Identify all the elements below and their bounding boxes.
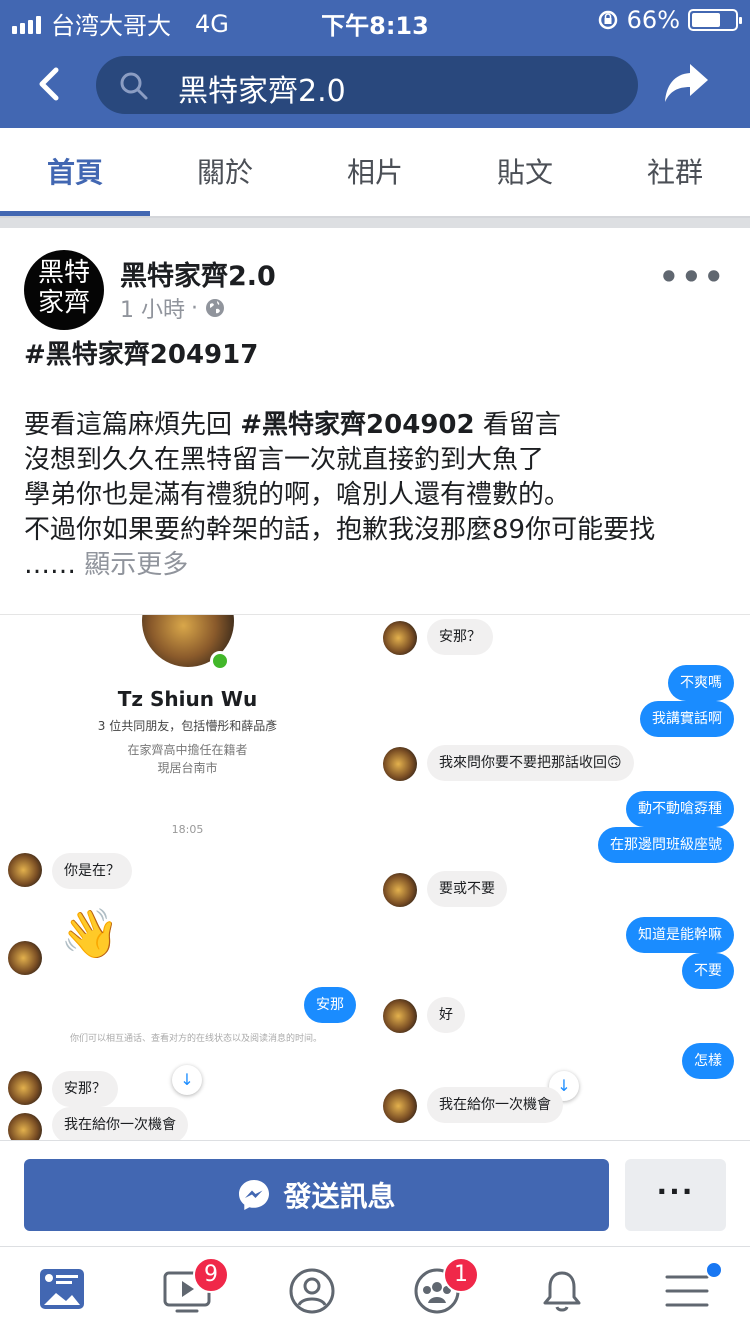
chat-bubble-out: 在那邊問班級座號 <box>598 827 734 863</box>
profile-school: 在家齊高中擔任在籍者 <box>127 743 248 757</box>
top-nav: 黑特家齊2.0 <box>0 40 750 128</box>
chat-bubble-out: 我講實話啊 <box>640 701 734 737</box>
menu-icon <box>665 1275 709 1307</box>
chat-avatar <box>8 941 42 975</box>
chat-bubble-in: 安那？ <box>52 1071 118 1107</box>
section-divider <box>0 218 750 228</box>
meta-dot: · <box>191 295 198 321</box>
nav-menu[interactable] <box>625 1247 750 1335</box>
avatar-line-2: 家齊 <box>37 288 90 318</box>
page-action-bar: 發送訊息 ··· <box>0 1140 750 1246</box>
chat-avatar <box>383 873 417 907</box>
post-line-5: 不過你如果要約幹架的話，抱歉我沒那麼89你可能要找 <box>24 515 656 545</box>
tab-about[interactable]: 關於 <box>150 128 300 216</box>
chat-bubble-in: 好 <box>427 997 465 1033</box>
post-options-button[interactable]: ••• <box>659 258 726 296</box>
chat-avatar <box>383 1089 417 1123</box>
messenger-icon <box>239 1180 270 1210</box>
profile-name: Tz Shiun Wu <box>117 687 258 711</box>
page-avatar[interactable]: 黑特 家齊 <box>24 250 104 330</box>
chat-avatar <box>8 1113 42 1140</box>
mutual-friends: 3 位共同朋友，包括懵彤和薛品彥 <box>97 719 278 733</box>
post-author[interactable]: 黑特家齊2.0 <box>120 254 276 293</box>
chat-bubble-in: 我來問你要不要把那話收回🙃 <box>427 745 634 781</box>
nav-watch[interactable]: 9 <box>125 1247 250 1335</box>
see-more-link[interactable]: 顯示更多 <box>84 550 188 580</box>
chat-bubble-out: 不要 <box>682 953 734 989</box>
tab-posts[interactable]: 貼文 <box>450 128 600 216</box>
more-actions-button[interactable]: ··· <box>625 1159 726 1231</box>
chat-avatar <box>383 621 417 655</box>
post-hashtag[interactable]: #黑特家齊204917 <box>24 338 734 373</box>
chat-avatar <box>8 853 42 887</box>
post-image[interactable]: Tz Shiun Wu 3 位共同朋友，包括懵彤和薛品彥 在家齊高中擔任在籍者 … <box>0 614 750 1140</box>
profile-icon <box>289 1268 335 1314</box>
groups-badge: 1 <box>443 1257 479 1293</box>
chat-bubble-out: 動不動嗆孬種 <box>626 791 734 827</box>
post-linked-hashtag[interactable]: #黑特家齊204902 <box>240 410 474 440</box>
chat-bubble-out: 怎樣 <box>682 1043 734 1079</box>
ellipsis: …… <box>24 550 76 580</box>
search-text: 黑特家齊2.0 <box>178 74 346 109</box>
post-body: #黑特家齊204917 要看這篇麻煩先回 #黑特家齊204902 看留言 沒想到… <box>24 338 734 583</box>
battery-icon <box>688 9 742 31</box>
chat-avatar <box>383 999 417 1033</box>
status-bar: 台湾大哥大 4G 下午8:13 66% <box>0 0 750 40</box>
nav-notifications[interactable] <box>500 1247 625 1335</box>
nav-news-feed[interactable] <box>0 1247 125 1335</box>
chat-screenshot-left: Tz Shiun Wu 3 位共同朋友，包括懵彤和薛品彥 在家齊高中擔任在籍者 … <box>0 615 375 1140</box>
bell-icon <box>543 1271 581 1312</box>
globe-icon <box>206 299 224 317</box>
nav-groups[interactable]: 1 <box>375 1247 500 1335</box>
chat-notice: 你们可以相互通话、查看对方的在线状态以及阅读消息的时间。 <box>69 1034 322 1044</box>
chat-bubble-in: 你是在？ <box>52 853 132 889</box>
send-message-label: 發送訊息 <box>283 1180 396 1213</box>
avatar-line-1: 黑特 <box>37 258 90 288</box>
search-icon <box>120 72 148 100</box>
post-line-4: 學弟你也是滿有禮貌的啊，嗆別人還有禮數的。 <box>24 480 571 510</box>
search-field[interactable]: 黑特家齊2.0 <box>96 56 638 114</box>
chat-bubble-in: 要或不要 <box>427 871 507 907</box>
post-line-2: 要看這篇麻煩先回 #黑特家齊204902 看留言 <box>24 408 734 443</box>
chat-bubble-out: 安那 <box>304 987 356 1023</box>
rotation-lock-icon <box>598 10 617 30</box>
chat-timestamp: 18:05 <box>171 823 204 836</box>
post-line-2-post: 看留言 <box>474 410 561 440</box>
battery-percent: 66% <box>626 6 680 34</box>
watch-badge: 9 <box>193 1257 229 1293</box>
chat-avatar <box>383 747 417 781</box>
menu-notification-dot <box>705 1261 723 1279</box>
post-line-6: …… 顯示更多 <box>24 548 734 583</box>
chat-screenshot-right: 安那？ 不爽嗎 我講實話啊 我來問你要不要把那話收回🙃 動不動嗆孬種 在那邊問班… <box>375 615 750 1140</box>
page-tabs: 首頁 關於 相片 貼文 社群 <box>0 128 750 218</box>
bottom-tab-bar: 9 1 <box>0 1246 750 1334</box>
chat-bubble-in: 我在給你一次機會 <box>52 1107 188 1140</box>
scroll-down-icon: ↓ <box>172 1065 202 1095</box>
send-message-button[interactable]: 發送訊息 <box>24 1159 609 1231</box>
online-indicator <box>210 651 230 671</box>
chat-bubble-in: 安那？ <box>427 619 493 655</box>
tab-home[interactable]: 首頁 <box>0 128 150 216</box>
post-line-2-pre: 要看這篇麻煩先回 <box>24 410 241 440</box>
nav-profile[interactable] <box>250 1247 375 1335</box>
share-icon[interactable] <box>662 60 712 106</box>
chat-avatar <box>8 1071 42 1105</box>
wave-emoji-icon: 👋 <box>60 906 120 962</box>
news-feed-icon <box>40 1269 84 1309</box>
tab-community[interactable]: 社群 <box>600 128 750 216</box>
tab-photos[interactable]: 相片 <box>300 128 450 216</box>
post-time[interactable]: 1 小時 <box>120 292 185 324</box>
chat-bubble-out: 不爽嗎 <box>668 665 734 701</box>
post-meta: 1 小時 · <box>120 292 226 324</box>
post-line-3: 沒想到久久在黑特留言一次就直接釣到大魚了 <box>24 445 545 475</box>
chat-bubble-in: 我在給你一次機會 <box>427 1087 563 1123</box>
profile-city: 現居台南市 <box>157 761 218 775</box>
chat-bubble-out: 知道是能幹嘛 <box>626 917 734 953</box>
back-arrow-icon[interactable] <box>30 62 70 106</box>
